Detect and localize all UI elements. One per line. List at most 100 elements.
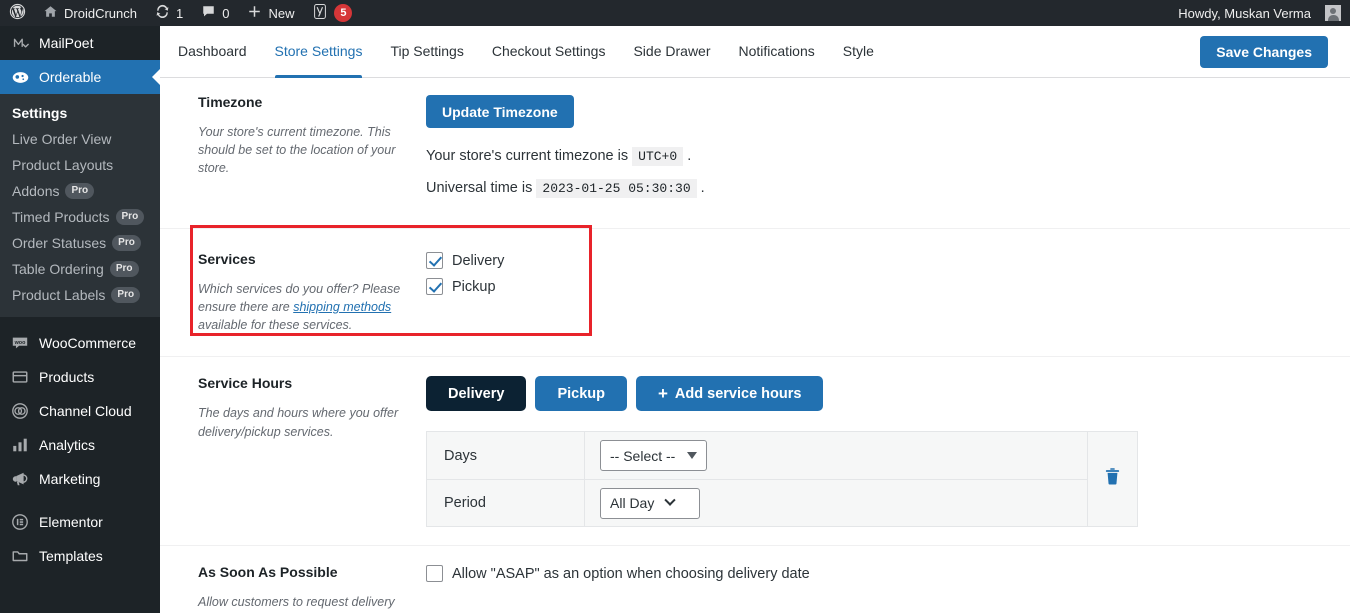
delete-service-hours-cell[interactable] [1087, 432, 1137, 527]
service-hours-rows: Days -- Select -- Period All Day [427, 432, 1087, 527]
analytics-icon [10, 435, 30, 455]
universal-time-line: Universal time is 2023-01-25 05:30:30 . [426, 179, 1350, 198]
asap-option[interactable]: Allow "ASAP" as an option when choosing … [426, 565, 1350, 583]
save-changes-button[interactable]: Save Changes [1200, 35, 1328, 68]
universal-time-value: 2023-01-25 05:30:30 [536, 179, 697, 198]
service-option-delivery[interactable]: Delivery [426, 252, 1350, 269]
wordpress-logo-button[interactable] [0, 0, 34, 26]
new-content-menu[interactable]: New [238, 0, 303, 26]
sidebar-item-elementor[interactable]: Elementor [0, 505, 160, 539]
pro-badge: Pro [111, 287, 141, 303]
sidebar-item-templates[interactable]: Templates [0, 539, 160, 573]
current-timezone-prefix: Your store's current timezone is [426, 148, 629, 164]
sidebar-subitem-label: Live Order View [12, 131, 112, 147]
days-select[interactable]: -- Select -- [600, 440, 708, 472]
home-icon [43, 4, 58, 22]
sidebar-item-product-labels[interactable]: Product Labels Pro [0, 282, 160, 308]
updates-menu[interactable]: 1 [146, 0, 192, 26]
trash-icon[interactable] [1104, 467, 1121, 491]
asap-description: Allow customers to request delivery "ASA… [198, 595, 395, 610]
sidebar-item-order-statuses[interactable]: Order Statuses Pro [0, 230, 160, 256]
sidebar-item-table-ordering[interactable]: Table Ordering Pro [0, 256, 160, 282]
wordpress-logo-icon [9, 3, 26, 23]
admin-bar: DroidCrunch 1 0 New 5 Howdy, Muskan Verm… [0, 0, 1350, 26]
sidebar-item-addons[interactable]: Addons Pro [0, 178, 160, 204]
pickup-checkbox[interactable] [426, 278, 443, 295]
yoast-seo-menu[interactable]: 5 [303, 0, 361, 26]
period-select[interactable]: All Day [600, 487, 700, 519]
tab-checkout-settings[interactable]: Checkout Settings [492, 26, 606, 78]
tab-style[interactable]: Style [843, 26, 874, 78]
service-hours-tab-pickup[interactable]: Pickup [535, 376, 627, 412]
orderable-submenu: Settings Live Order View Product Layouts… [0, 94, 160, 317]
tab-label: Dashboard [178, 42, 247, 59]
delivery-label: Delivery [452, 252, 505, 269]
sidebar-item-orderable[interactable]: Orderable [0, 60, 160, 94]
tab-side-drawer[interactable]: Side Drawer [633, 26, 710, 78]
update-timezone-button[interactable]: Update Timezone [426, 95, 574, 128]
main-content-area: Dashboard Store Settings Tip Settings Ch… [160, 26, 1350, 613]
pro-badge: Pro [115, 209, 145, 225]
days-label: Days [427, 432, 585, 480]
sidebar-item-label: WooCommerce [39, 335, 136, 351]
service-hours-setting-controls: Delivery Pickup + Add service hours Days [426, 375, 1350, 528]
tab-label: Side Drawer [633, 42, 711, 59]
sidebar-item-label: Templates [39, 548, 103, 564]
tab-dashboard[interactable]: Dashboard [178, 26, 247, 78]
sidebar-item-products[interactable]: Products [0, 360, 160, 394]
service-hours-tab-delivery[interactable]: Delivery [426, 376, 527, 412]
sidebar-item-product-layouts[interactable]: Product Layouts [0, 152, 160, 178]
tab-store-settings[interactable]: Store Settings [274, 26, 362, 78]
timezone-setting-controls: Update Timezone Your store's current tim… [426, 94, 1350, 212]
asap-checkbox[interactable] [426, 565, 443, 583]
add-service-hours-label: Add service hours [674, 385, 802, 402]
sidebar-item-marketing[interactable]: Marketing [0, 462, 160, 496]
timezone-setting-row: Timezone Your store's current timezone. … [160, 78, 1350, 228]
comments-count: 0 [222, 5, 230, 21]
services-description: Which services do you offer? Please ensu… [198, 280, 410, 334]
mailpoet-icon [10, 33, 30, 53]
sidebar-subitem-label: Settings [12, 105, 68, 121]
asap-title: As Soon As Possible [198, 564, 338, 581]
tab-tip-settings[interactable]: Tip Settings [390, 26, 463, 78]
menu-separator [0, 496, 160, 505]
sidebar-item-settings[interactable]: Settings [0, 100, 160, 126]
service-hours-setting-row: Service Hours The days and hours where y… [160, 356, 1350, 545]
sidebar-subitem-label: Timed Products [12, 209, 110, 225]
chevron-down-icon [687, 452, 698, 460]
sidebar-item-mailpoet[interactable]: MailPoet [0, 26, 160, 60]
add-service-hours-button[interactable]: + Add service hours [635, 376, 824, 412]
services-title: Services [198, 251, 256, 267]
sidebar-item-timed-products[interactable]: Timed Products Pro [0, 204, 160, 230]
services-setting-row: Services Which services do you offer? Pl… [160, 228, 1350, 356]
sidebar-item-channel-cloud[interactable]: Channel Cloud [0, 394, 160, 428]
tab-label: Style [842, 42, 874, 59]
site-name-menu[interactable]: DroidCrunch [34, 0, 146, 26]
service-hours-row-days: Days -- Select -- [427, 432, 1087, 480]
sidebar-item-live-order-view[interactable]: Live Order View [0, 126, 160, 152]
service-option-pickup[interactable]: Pickup [426, 278, 1350, 295]
sidebar-item-woocommerce[interactable]: woo WooCommerce [0, 326, 160, 360]
elementor-icon [10, 512, 30, 532]
delivery-checkbox[interactable] [426, 252, 443, 269]
services-setting-controls: Delivery Pickup [426, 251, 1350, 334]
sidebar-subitem-label: Table Ordering [12, 261, 104, 277]
service-hours-title: Service Hours [198, 375, 293, 392]
period-select-value: All Day [610, 495, 655, 512]
current-timezone-value: UTC+0 [632, 147, 684, 166]
service-hours-row-period: Period All Day [427, 479, 1087, 527]
days-select-value: -- Select -- [610, 447, 676, 464]
service-hours-type-buttons: Delivery Pickup + Add service hours [426, 376, 1350, 412]
timezone-title: Timezone [198, 94, 263, 110]
chevron-down-icon [664, 494, 677, 507]
asap-setting-row: As Soon As Possible Allow customers to r… [160, 545, 1350, 613]
svg-text:woo: woo [14, 340, 26, 346]
services-setting-info: Services Which services do you offer? Pl… [198, 251, 426, 334]
pro-badge: Pro [109, 261, 139, 277]
my-account-menu[interactable]: Howdy, Muskan Verma [1169, 0, 1350, 26]
shipping-methods-link[interactable]: shipping methods [293, 300, 391, 314]
comments-menu[interactable]: 0 [192, 0, 238, 26]
tab-notifications[interactable]: Notifications [739, 26, 815, 78]
sidebar-item-analytics[interactable]: Analytics [0, 428, 160, 462]
timezone-setting-info: Timezone Your store's current timezone. … [198, 94, 426, 212]
